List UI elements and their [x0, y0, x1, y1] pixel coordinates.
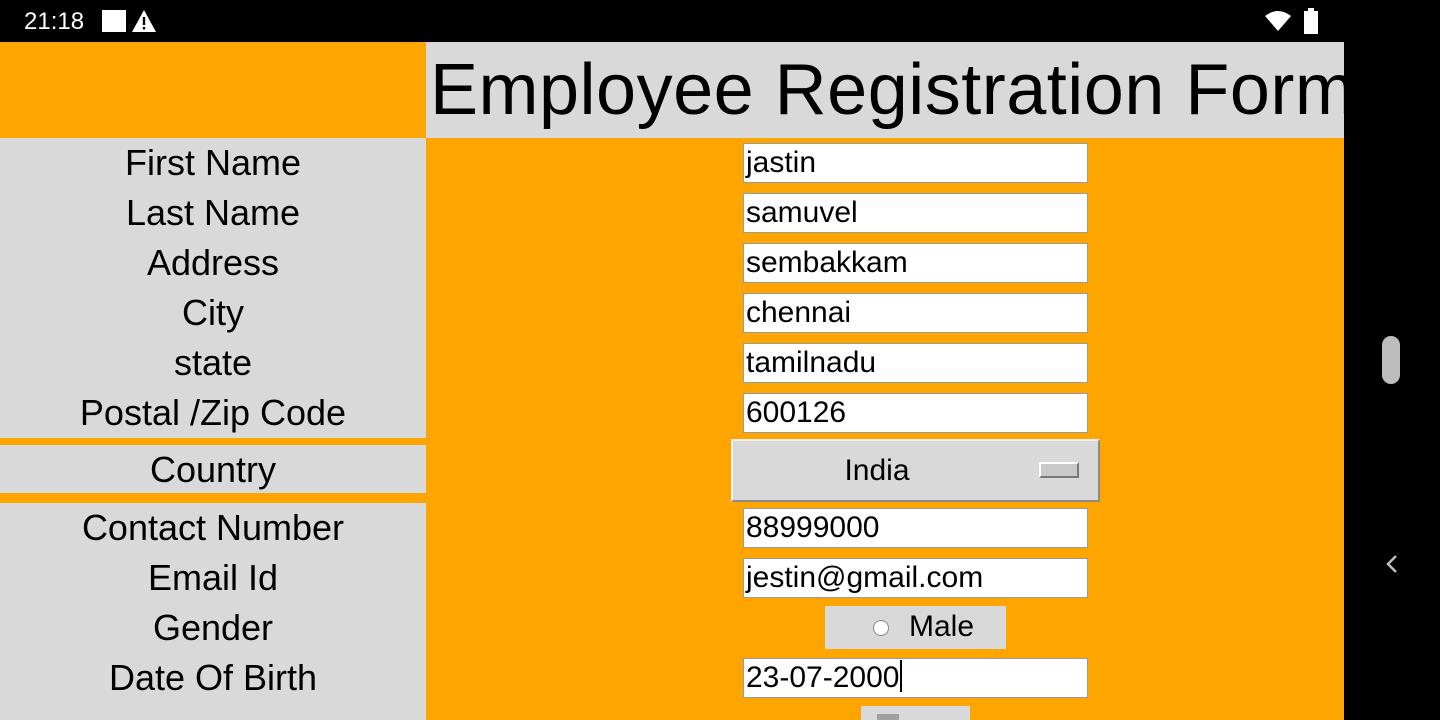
status-time: 21:18 [24, 8, 85, 35]
last-name-input[interactable]: samuvel [743, 193, 1088, 233]
label-panel-country: Country [0, 445, 426, 493]
header-spacer [0, 42, 426, 138]
label-address: Address [146, 242, 280, 283]
dropdown-arrow-icon [1039, 462, 1079, 478]
gender-male-radio[interactable] [873, 620, 889, 636]
label-dob: Date Of Birth [108, 657, 318, 698]
checkbox-icon[interactable] [877, 714, 899, 720]
header-title-cell: Employee Registration Form [426, 42, 1344, 138]
email-input[interactable]: jestin@gmail.com [743, 558, 1088, 598]
postal-code-input[interactable]: 600126 [743, 393, 1088, 433]
label-contact: Contact Number [81, 507, 345, 548]
contact-number-input[interactable]: 88999000 [743, 508, 1088, 548]
label-last-name: Last Name [125, 192, 301, 233]
state-input[interactable]: tamilnadu [743, 343, 1088, 383]
notification-square-icon [102, 10, 126, 32]
back-chevron-icon[interactable] [1380, 550, 1404, 578]
date-of-birth-input[interactable]: 23-07-2000 [743, 658, 1088, 698]
label-panel-bottom: Contact Number Email Id Gender Date Of B… [0, 503, 426, 720]
page-title: Employee Registration Form [430, 50, 1344, 130]
country-select-value: India [844, 454, 910, 487]
gender-male-label[interactable]: Male [909, 608, 974, 646]
next-row-widget[interactable] [861, 706, 970, 720]
label-email: Email Id [147, 557, 279, 598]
label-first-name: First Name [124, 142, 301, 183]
first-name-input[interactable]: jastin [743, 143, 1088, 183]
date-of-birth-value: 23-07-2000 [746, 661, 900, 694]
system-side-bar [1344, 42, 1440, 720]
label-gender: Gender [152, 607, 274, 648]
label-postal: Postal /Zip Code [79, 392, 347, 433]
scrollbar-thumb[interactable] [1382, 336, 1400, 384]
label-panel-top: First Name Last Name Address City state … [0, 138, 426, 438]
app-content: Employee Registration Form First Name La… [0, 42, 1344, 720]
address-input[interactable]: sembakkam [743, 243, 1088, 283]
label-country: Country [149, 449, 277, 490]
label-state: state [173, 342, 253, 383]
gender-radio-group: Male [825, 606, 1006, 649]
status-bar: 21:18 [0, 0, 1440, 42]
battery-icon [1304, 8, 1318, 34]
wifi-icon [1265, 11, 1291, 31]
text-caret [900, 660, 903, 692]
label-city: City [182, 292, 244, 333]
alert-triangle-icon [132, 10, 156, 32]
city-input[interactable]: chennai [743, 293, 1088, 333]
country-select[interactable]: India [731, 439, 1100, 502]
